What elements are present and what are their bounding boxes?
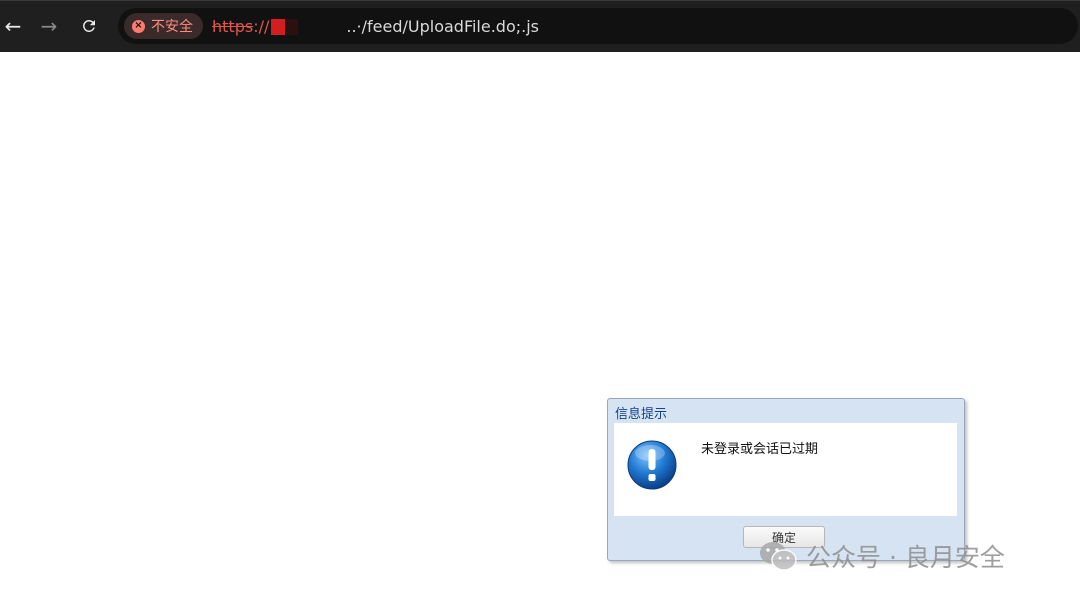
url-text[interactable]: https :// ..·/feed/UploadFile.do;.js [212, 17, 539, 36]
url-path: ..·/feed/UploadFile.do;.js [346, 17, 539, 36]
watermark-text: 公众号 · 良月安全 [806, 543, 1005, 572]
not-secure-icon: × [132, 19, 145, 33]
watermark: 公众号 · 良月安全 [758, 538, 1005, 574]
arrow-right-icon: → [40, 14, 58, 38]
address-bar[interactable]: × 不安全 https :// ..·/feed/UploadFile.do;.… [118, 8, 1078, 44]
dialog-body: 未登录或会话已过期 [614, 423, 957, 516]
back-button[interactable]: ← [0, 13, 26, 39]
dialog-title: 信息提示 [615, 407, 668, 422]
browser-toolbar: ← → × 不安全 https :// ..·/feed/UploadFile.… [0, 0, 1080, 52]
reload-icon [83, 20, 95, 32]
reload-button[interactable] [76, 13, 102, 39]
forward-button[interactable]: → [36, 13, 62, 39]
security-label: 不安全 [151, 19, 193, 35]
info-exclamation-icon [627, 440, 677, 490]
url-redaction-shadow [286, 18, 299, 35]
security-indicator[interactable]: × 不安全 [124, 13, 203, 39]
wechat-icon [760, 542, 797, 571]
url-redaction [271, 18, 286, 35]
arrow-left-icon: ← [4, 14, 22, 38]
url-separator: :// [253, 17, 270, 36]
message-dialog: 信息提示 未登录或会话已过期 确定 [607, 398, 965, 561]
dialog-message: 未登录或会话已过期 [701, 442, 819, 457]
url-scheme: https [212, 17, 254, 36]
